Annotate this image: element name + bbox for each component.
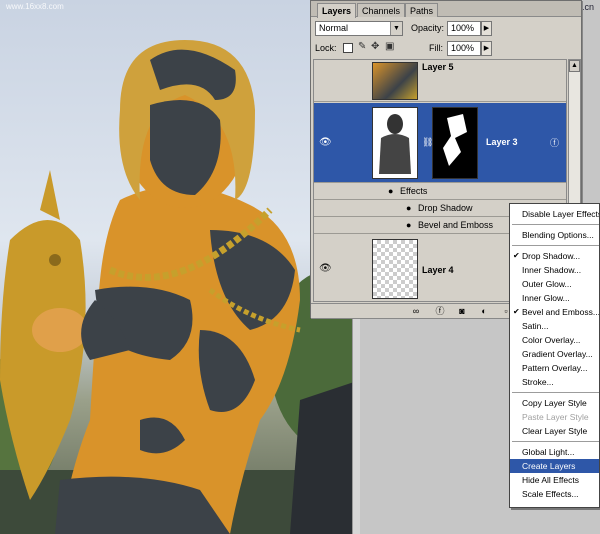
menu-item-label: Disable Layer Effects (522, 209, 599, 219)
menu-separator (512, 441, 599, 442)
add-mask-icon[interactable]: ◙ (455, 305, 469, 317)
menu-item-label: Copy Layer Style (522, 398, 587, 408)
scroll-up-icon[interactable]: ▲ (569, 60, 580, 72)
menu-item-label: Color Overlay... (522, 335, 581, 345)
menu-item-clear-layer-style[interactable]: Clear Layer Style (510, 424, 599, 438)
menu-item-label: Global Light... (522, 447, 575, 457)
menu-item-gradient-overlay[interactable]: Gradient Overlay... (510, 347, 599, 361)
menu-item-label: Stroke... (522, 377, 554, 387)
add-style-icon[interactable]: ⓕ (433, 305, 447, 317)
statue-photo (0, 40, 360, 534)
menu-item-global-light[interactable]: Global Light... (510, 445, 599, 459)
menu-separator (512, 224, 599, 225)
fx-icon[interactable]: ⓕ (550, 136, 559, 149)
menu-item-stroke[interactable]: Stroke... (510, 375, 599, 389)
checkmark-icon: ✔ (513, 307, 520, 316)
menu-item-outer-glow[interactable]: Outer Glow... (510, 277, 599, 291)
menu-item-paste-layer-style: Paste Layer Style (510, 410, 599, 424)
move-icon[interactable]: ✥ (371, 41, 379, 52)
menu-item-label: Gradient Overlay... (522, 349, 593, 359)
layer-name: Layer 4 (422, 265, 454, 275)
eye-icon[interactable]: ● (388, 186, 393, 196)
fill-field[interactable]: 100% (447, 41, 481, 56)
chevron-down-icon: ▼ (390, 22, 402, 35)
menu-separator (512, 392, 599, 393)
layer-name: Layer 3 (486, 137, 518, 147)
menu-item-hide-all-effects[interactable]: Hide All Effects (510, 473, 599, 487)
lock-label: Lock: (315, 43, 337, 53)
layer-style-context-menu: Disable Layer Effects Blending Options...… (509, 203, 600, 508)
fill-label: Fill: (429, 43, 443, 53)
eye-icon[interactable]: ● (406, 203, 411, 213)
menu-item-label: Satin... (522, 321, 549, 331)
menu-item-label: Create Layers (522, 461, 576, 471)
menu-item-label: Clear Layer Style (522, 426, 588, 436)
menu-item-color-overlay[interactable]: Color Overlay... (510, 333, 599, 347)
opacity-slider-button[interactable]: ▶ (481, 21, 492, 36)
document-canvas[interactable]: www.16xx8.com (0, 0, 360, 534)
blend-mode-select[interactable]: Normal ▼ (315, 21, 403, 36)
opacity-label: Opacity: (411, 23, 445, 33)
adjustment-layer-icon[interactable]: ◐ (477, 305, 491, 317)
lock-transparency-checkbox[interactable] (343, 43, 353, 53)
menu-item-inner-shadow[interactable]: Inner Shadow... (510, 263, 599, 277)
menu-item-copy-layer-style[interactable]: Copy Layer Style (510, 396, 599, 410)
lock-row: Lock: ✎ ✥ ▣ Fill: 100% ▶ (311, 39, 581, 59)
blend-row: Normal ▼ Opacity: 100% ▶ (311, 18, 581, 40)
layer-thumbnail (372, 107, 418, 179)
eye-icon[interactable]: 👁 (319, 263, 332, 274)
mask-shape-icon (443, 114, 467, 166)
menu-item-pattern-overlay[interactable]: Pattern Overlay... (510, 361, 599, 375)
effects-label: Effects (400, 186, 428, 196)
menu-separator (512, 245, 599, 246)
effect-name: Drop Shadow (418, 203, 473, 213)
layer-mask-thumbnail (432, 107, 478, 179)
layer-thumbnail (372, 62, 418, 100)
lock-icon[interactable]: ▣ (385, 41, 394, 52)
menu-item-label: Hide All Effects (522, 475, 580, 485)
menu-item-bevel-and-emboss[interactable]: ✔ Bevel and Emboss... (510, 305, 599, 319)
tab-layers[interactable]: Layers (317, 3, 357, 18)
layer-row-layer-3[interactable]: 👁 ⛓ Layer 3 ⓕ (314, 103, 566, 183)
palette-tabs: Layers Channels Paths (311, 1, 581, 18)
menu-item-create-layers[interactable]: Create Layers (510, 459, 599, 473)
menu-item-label: Blending Options... (522, 230, 594, 240)
tab-channels[interactable]: Channels (357, 3, 406, 17)
menu-item-drop-shadow[interactable]: ✔ Drop Shadow... (510, 249, 599, 263)
menu-item-inner-glow[interactable]: Inner Glow... (510, 291, 599, 305)
link-layers-icon[interactable]: ∞ (409, 305, 423, 317)
menu-item-label: Inner Glow... (522, 293, 570, 303)
blend-mode-value: Normal (319, 23, 349, 33)
effect-name: Bevel and Emboss (418, 220, 494, 230)
menu-item-label: Outer Glow... (522, 279, 572, 289)
watermark-left: www.16xx8.com (6, 2, 64, 11)
effects-row[interactable]: ● Effects (314, 184, 566, 200)
menu-item-satin[interactable]: Satin... (510, 319, 599, 333)
menu-item-disable-layer-effects[interactable]: Disable Layer Effects (510, 207, 599, 221)
statue-thumbnail-icon (379, 114, 411, 174)
layer-thumbnail (372, 239, 418, 299)
menu-item-label: Inner Shadow... (522, 265, 582, 275)
layer-row-layer-5[interactable]: Layer 5 (314, 60, 566, 102)
menu-item-label: Drop Shadow... (522, 251, 581, 261)
opacity-field[interactable]: 100% (447, 21, 481, 36)
eye-icon[interactable]: ● (406, 220, 411, 230)
fill-slider-button[interactable]: ▶ (481, 41, 492, 56)
menu-item-blending-options[interactable]: Blending Options... (510, 228, 599, 242)
checkmark-icon: ✔ (513, 251, 520, 260)
menu-item-label: Scale Effects... (522, 489, 579, 499)
menu-item-label: Paste Layer Style (522, 412, 589, 422)
menu-item-label: Bevel and Emboss... (522, 307, 599, 317)
tab-paths[interactable]: Paths (405, 3, 439, 17)
brush-icon[interactable]: ✎ (358, 41, 366, 52)
layer-name: Layer 5 (422, 62, 454, 72)
eye-icon[interactable]: 👁 (319, 137, 332, 148)
menu-item-label: Pattern Overlay... (522, 363, 588, 373)
menu-item-scale-effects[interactable]: Scale Effects... (510, 487, 599, 501)
